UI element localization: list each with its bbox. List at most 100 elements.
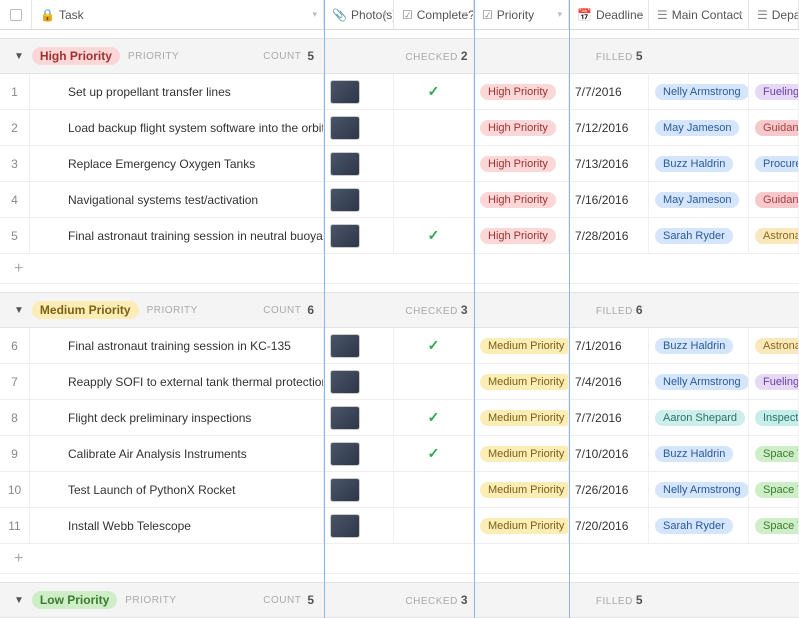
- deadline-cell[interactable]: 7/7/2016: [569, 74, 649, 109]
- dept-cell[interactable]: Space T: [749, 508, 799, 543]
- deadline-cell[interactable]: 7/20/2016: [569, 508, 649, 543]
- table-row[interactable]: 4 Navigational systems test/activation H…: [0, 182, 799, 218]
- collapse-icon[interactable]: ▼: [14, 595, 24, 606]
- table-row[interactable]: 7 Reapply SOFI to external tank thermal …: [0, 364, 799, 400]
- priority-cell[interactable]: Medium Priority: [474, 472, 569, 507]
- task-cell[interactable]: Flight deck preliminary inspections: [30, 400, 324, 435]
- group-header[interactable]: ▼ Medium Priority PRIORITY COUNT 6 CHECK…: [0, 292, 799, 328]
- dept-cell[interactable]: Astrona: [749, 328, 799, 363]
- deadline-cell[interactable]: 7/12/2016: [569, 110, 649, 145]
- deadline-cell[interactable]: 7/10/2016: [569, 436, 649, 471]
- column-header-complete[interactable]: ☑Complete?▾: [394, 0, 474, 29]
- task-cell[interactable]: Set up propellant transfer lines: [30, 74, 324, 109]
- column-header-dept[interactable]: ☰Depar: [749, 0, 799, 29]
- priority-cell[interactable]: Medium Priority: [474, 364, 569, 399]
- complete-cell[interactable]: ✓: [394, 436, 474, 471]
- photo-cell[interactable]: [324, 508, 394, 543]
- dept-cell[interactable]: Inspecti: [749, 400, 799, 435]
- photo-cell[interactable]: [324, 364, 394, 399]
- priority-cell[interactable]: Medium Priority: [474, 400, 569, 435]
- complete-cell[interactable]: [394, 182, 474, 217]
- table-row[interactable]: 10 Test Launch of PythonX Rocket Medium …: [0, 472, 799, 508]
- deadline-cell[interactable]: 7/7/2016: [569, 400, 649, 435]
- contact-cell[interactable]: May Jameson: [649, 182, 749, 217]
- task-cell[interactable]: Test Launch of PythonX Rocket: [30, 472, 324, 507]
- photo-cell[interactable]: [324, 218, 394, 253]
- priority-cell[interactable]: High Priority: [474, 218, 569, 253]
- task-cell[interactable]: Install Webb Telescope: [30, 508, 324, 543]
- column-header-deadline[interactable]: 📅Deadline▾: [569, 0, 649, 29]
- task-cell[interactable]: Calibrate Air Analysis Instruments: [30, 436, 324, 471]
- task-cell[interactable]: Final astronaut training session in KC-1…: [30, 328, 324, 363]
- task-cell[interactable]: Navigational systems test/activation: [30, 182, 324, 217]
- task-cell[interactable]: Final astronaut training session in neut…: [30, 218, 324, 253]
- priority-cell[interactable]: High Priority: [474, 74, 569, 109]
- contact-cell[interactable]: Buzz Haldrin: [649, 328, 749, 363]
- contact-cell[interactable]: Nelly Armstrong: [649, 472, 749, 507]
- deadline-cell[interactable]: 7/26/2016: [569, 472, 649, 507]
- priority-cell[interactable]: High Priority: [474, 182, 569, 217]
- photo-cell[interactable]: [324, 400, 394, 435]
- complete-cell[interactable]: [394, 110, 474, 145]
- photo-cell[interactable]: [324, 182, 394, 217]
- table-row[interactable]: 6 Final astronaut training session in KC…: [0, 328, 799, 364]
- complete-cell[interactable]: ✓: [394, 74, 474, 109]
- table-row[interactable]: 9 Calibrate Air Analysis Instruments ✓ M…: [0, 436, 799, 472]
- complete-cell[interactable]: [394, 508, 474, 543]
- contact-cell[interactable]: Sarah Ryder: [649, 508, 749, 543]
- task-cell[interactable]: Reapply SOFI to external tank thermal pr…: [30, 364, 324, 399]
- photo-cell[interactable]: [324, 436, 394, 471]
- contact-cell[interactable]: Buzz Haldrin: [649, 146, 749, 181]
- deadline-cell[interactable]: 7/16/2016: [569, 182, 649, 217]
- table-row[interactable]: 3 Replace Emergency Oxygen Tanks High Pr…: [0, 146, 799, 182]
- deadline-cell[interactable]: 7/13/2016: [569, 146, 649, 181]
- priority-cell[interactable]: Medium Priority: [474, 328, 569, 363]
- dept-cell[interactable]: Guidanc: [749, 110, 799, 145]
- complete-cell[interactable]: [394, 364, 474, 399]
- photo-cell[interactable]: [324, 74, 394, 109]
- collapse-icon[interactable]: ▼: [14, 51, 24, 62]
- deadline-cell[interactable]: 7/28/2016: [569, 218, 649, 253]
- task-cell[interactable]: Load backup flight system software into …: [30, 110, 324, 145]
- contact-cell[interactable]: Nelly Armstrong: [649, 364, 749, 399]
- column-header-photos[interactable]: 📎Photo(s)▾: [324, 0, 394, 29]
- table-row[interactable]: 2 Load backup flight system software int…: [0, 110, 799, 146]
- dept-cell[interactable]: Procure: [749, 146, 799, 181]
- dept-cell[interactable]: Fueling: [749, 364, 799, 399]
- add-row-button[interactable]: +: [0, 254, 799, 284]
- photo-cell[interactable]: [324, 328, 394, 363]
- contact-cell[interactable]: May Jameson: [649, 110, 749, 145]
- contact-cell[interactable]: Nelly Armstrong: [649, 74, 749, 109]
- complete-cell[interactable]: [394, 472, 474, 507]
- complete-cell[interactable]: ✓: [394, 218, 474, 253]
- group-header[interactable]: ▼ Low Priority PRIORITY COUNT 5 CHECKED3…: [0, 582, 799, 618]
- collapse-icon[interactable]: ▼: [14, 305, 24, 316]
- priority-cell[interactable]: Medium Priority: [474, 436, 569, 471]
- photo-cell[interactable]: [324, 146, 394, 181]
- dept-cell[interactable]: Guidanc: [749, 182, 799, 217]
- table-row[interactable]: 11 Install Webb Telescope Medium Priorit…: [0, 508, 799, 544]
- contact-cell[interactable]: Sarah Ryder: [649, 218, 749, 253]
- column-header-task[interactable]: 🔒Task▾: [32, 0, 324, 29]
- dept-cell[interactable]: Astrona: [749, 218, 799, 253]
- table-row[interactable]: 1 Set up propellant transfer lines ✓ Hig…: [0, 74, 799, 110]
- column-header-priority[interactable]: ☑Priority▾: [474, 0, 569, 29]
- column-header-contact[interactable]: ☰Main Contact▾: [649, 0, 749, 29]
- table-row[interactable]: 5 Final astronaut training session in ne…: [0, 218, 799, 254]
- deadline-cell[interactable]: 7/1/2016: [569, 328, 649, 363]
- select-all-checkbox[interactable]: [0, 0, 32, 29]
- table-row[interactable]: 8 Flight deck preliminary inspections ✓ …: [0, 400, 799, 436]
- priority-cell[interactable]: Medium Priority: [474, 508, 569, 543]
- complete-cell[interactable]: ✓: [394, 400, 474, 435]
- complete-cell[interactable]: [394, 146, 474, 181]
- contact-cell[interactable]: Aaron Shepard: [649, 400, 749, 435]
- complete-cell[interactable]: ✓: [394, 328, 474, 363]
- photo-cell[interactable]: [324, 472, 394, 507]
- add-row-button[interactable]: +: [0, 544, 799, 574]
- contact-cell[interactable]: Buzz Haldrin: [649, 436, 749, 471]
- priority-cell[interactable]: High Priority: [474, 110, 569, 145]
- photo-cell[interactable]: [324, 110, 394, 145]
- dept-cell[interactable]: Space T: [749, 436, 799, 471]
- priority-cell[interactable]: High Priority: [474, 146, 569, 181]
- task-cell[interactable]: Replace Emergency Oxygen Tanks: [30, 146, 324, 181]
